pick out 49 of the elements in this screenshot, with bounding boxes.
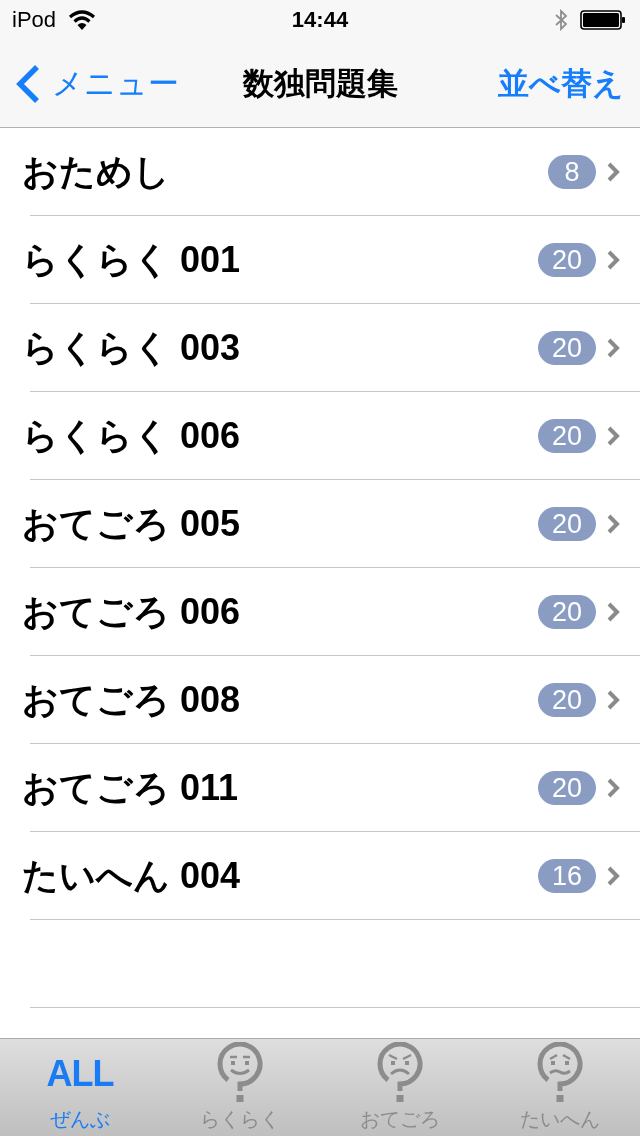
carrier-name: iPod bbox=[12, 7, 57, 33]
back-button[interactable]: メニュー bbox=[14, 62, 179, 105]
chevron-icon bbox=[606, 337, 620, 359]
wifi-icon bbox=[68, 10, 97, 30]
chevron-icon bbox=[606, 513, 620, 535]
count-badge: 20 bbox=[537, 771, 596, 805]
sort-button[interactable]: 並べ替え bbox=[498, 62, 624, 105]
list-row[interactable]: おてごろ 005 20 bbox=[0, 480, 640, 568]
count-badge: 20 bbox=[537, 595, 596, 629]
chevron-icon bbox=[606, 601, 620, 623]
row-title: おてごろ 011 bbox=[22, 765, 240, 810]
row-title: おてごろ 005 bbox=[22, 501, 242, 546]
tab-icon-text: ALL bbox=[46, 1054, 114, 1094]
chevron-icon bbox=[606, 161, 620, 183]
row-title: おてごろ 006 bbox=[22, 589, 242, 634]
list-row[interactable]: らくらく 003 20 bbox=[0, 304, 640, 392]
chevron-icon bbox=[606, 777, 620, 799]
screen-title: 数独問題集 bbox=[242, 64, 398, 103]
row-title: らくらく 001 bbox=[22, 237, 242, 282]
row-title: らくらく 003 bbox=[22, 325, 242, 370]
back-chevron-icon bbox=[14, 63, 42, 104]
list-row[interactable]: らくらく 006 20 bbox=[0, 392, 640, 480]
face-question-icon bbox=[535, 1042, 585, 1104]
count-badge: 20 bbox=[537, 331, 596, 365]
count-badge: 20 bbox=[537, 507, 596, 541]
row-title: おためし bbox=[22, 149, 171, 194]
list-row[interactable]: おためし 8 bbox=[0, 128, 640, 216]
list-row[interactable]: おてごろ 008 20 bbox=[0, 656, 640, 744]
list-row[interactable]: おてごろ 011 20 bbox=[0, 744, 640, 832]
count-badge: 8 bbox=[548, 155, 596, 189]
battery-icon bbox=[580, 10, 626, 30]
list-row[interactable]: らくらく 001 20 bbox=[0, 216, 640, 304]
count-badge: 20 bbox=[537, 683, 596, 717]
count-badge: 20 bbox=[537, 419, 596, 453]
row-title: たいへん 004 bbox=[22, 853, 242, 898]
face-question-icon bbox=[375, 1042, 425, 1104]
chevron-icon bbox=[606, 865, 620, 887]
list-row[interactable]: おてごろ 006 20 bbox=[0, 568, 640, 656]
count-badge: 20 bbox=[537, 243, 596, 277]
chevron-icon bbox=[606, 249, 620, 271]
row-title: らくらく 006 bbox=[22, 413, 242, 458]
chevron-icon bbox=[606, 425, 620, 447]
chevron-icon bbox=[606, 689, 620, 711]
list-row[interactable]: たいへん 004 16 bbox=[0, 832, 640, 920]
face-question-icon bbox=[215, 1042, 265, 1104]
clock-time: 14:44 bbox=[291, 7, 349, 33]
row-title: おてごろ 008 bbox=[22, 677, 242, 722]
count-badge: 16 bbox=[537, 859, 596, 893]
bluetooth-icon bbox=[554, 9, 568, 31]
